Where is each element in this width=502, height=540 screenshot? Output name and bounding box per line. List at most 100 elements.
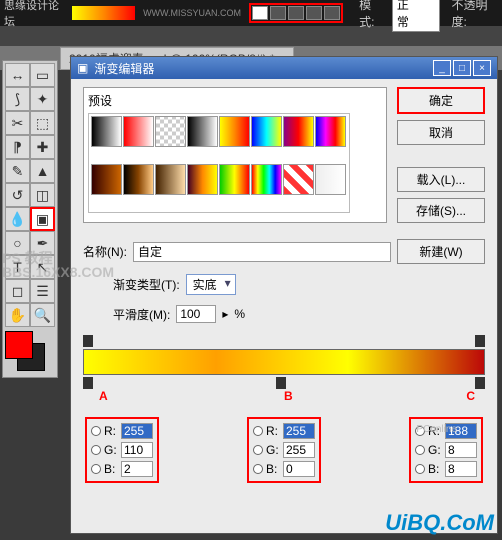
cancel-button[interactable]: 取消 <box>397 120 485 145</box>
radio-g-c[interactable] <box>415 445 425 455</box>
b-value-c[interactable]: 8 <box>445 461 477 477</box>
crop-tool[interactable]: ✂ <box>5 111 30 135</box>
stamp-tool[interactable]: ▲ <box>30 159 55 183</box>
gradient-bar[interactable] <box>83 349 485 375</box>
preset-swatch[interactable] <box>219 116 250 147</box>
rgb-group-a: R:255 G:110 B:2 <box>85 417 159 483</box>
color-swatches[interactable] <box>5 331 55 375</box>
preset-label: 预设 <box>88 92 382 109</box>
name-input[interactable] <box>133 242 391 262</box>
diamond-gradient-button[interactable] <box>324 6 340 20</box>
radio-b-a[interactable] <box>91 464 101 474</box>
reflected-gradient-button[interactable] <box>306 6 322 20</box>
minimize-button[interactable]: _ <box>433 60 451 76</box>
shape-tool[interactable]: ◻ <box>5 279 30 303</box>
g-value-c[interactable]: 8 <box>445 442 477 458</box>
slice-tool[interactable]: ⬚ <box>30 111 55 135</box>
radio-r-b[interactable] <box>253 426 263 436</box>
preset-swatch[interactable] <box>219 164 250 195</box>
stop-label-c: C <box>466 389 475 403</box>
new-button[interactable]: 新建(W) <box>397 239 485 264</box>
pconline-watermark: PConline <box>416 424 457 435</box>
r-label: R: <box>104 424 118 438</box>
preset-swatch[interactable] <box>91 164 122 195</box>
preset-swatch[interactable] <box>187 164 218 195</box>
gradient-type-buttons <box>249 3 343 23</box>
preset-swatch[interactable] <box>123 164 154 195</box>
g-label: G: <box>104 443 118 457</box>
name-label: 名称(N): <box>83 243 127 260</box>
rgb-group-b: R:255 G:255 B:0 <box>247 417 321 483</box>
eraser-tool[interactable]: ◫ <box>30 183 55 207</box>
zoom-tool[interactable]: 🔍 <box>30 303 55 327</box>
color-stop-a[interactable] <box>83 377 93 389</box>
ok-button[interactable]: 确定 <box>397 87 485 114</box>
dialog-icon: ▣ <box>77 61 88 75</box>
color-stop-c[interactable] <box>475 377 485 389</box>
b-value-a[interactable]: 2 <box>121 461 153 477</box>
stop-label-b: B <box>284 389 293 403</box>
percent-arrow-icon[interactable]: ▸ <box>222 307 228 321</box>
wand-tool[interactable]: ✦ <box>30 87 55 111</box>
preset-swatch[interactable] <box>283 164 314 195</box>
dialog-title: 渐变编辑器 <box>94 60 154 77</box>
marquee-tool[interactable]: ▭ <box>30 63 55 87</box>
watermark-2: BBS.16XX8.COM <box>2 264 114 280</box>
color-stop-b[interactable] <box>276 377 286 389</box>
gradient-type-label: 渐变类型(T): <box>113 276 180 293</box>
hand-tool[interactable]: ✋ <box>5 303 30 327</box>
radio-g-a[interactable] <box>91 445 101 455</box>
banner-gradient <box>72 6 135 20</box>
eyedropper-tool[interactable]: ⁋ <box>5 135 30 159</box>
stop-label-a: A <box>99 389 108 403</box>
close-button[interactable]: × <box>473 60 491 76</box>
preset-swatch[interactable] <box>315 116 346 147</box>
toolbox: ↔▭ ⟆✦ ✂⬚ ⁋✚ ✎▲ ↺◫ 💧▣ ○✒ T↖ ◻☰ ✋🔍 <box>2 60 58 378</box>
uibq-watermark: UiBQ.CoM <box>385 510 494 536</box>
r-value-a[interactable]: 255 <box>121 423 153 439</box>
radio-b-c[interactable] <box>415 464 425 474</box>
heal-tool[interactable]: ✚ <box>30 135 55 159</box>
g-value-a[interactable]: 110 <box>121 442 153 458</box>
radio-r-a[interactable] <box>91 426 101 436</box>
preset-swatch[interactable] <box>91 116 122 147</box>
load-button[interactable]: 载入(L)... <box>397 167 485 192</box>
banner-logo: 思缘设计论坛 <box>4 0 64 29</box>
opacity-stops-row[interactable] <box>83 335 485 349</box>
lasso-tool[interactable]: ⟆ <box>5 87 30 111</box>
preset-swatch[interactable] <box>187 116 218 147</box>
gradient-type-select[interactable]: 实底 <box>186 274 236 295</box>
radio-g-b[interactable] <box>253 445 263 455</box>
smoothness-input[interactable] <box>176 305 216 323</box>
maximize-button[interactable]: □ <box>453 60 471 76</box>
preset-swatch[interactable] <box>155 164 186 195</box>
radio-b-b[interactable] <box>253 464 263 474</box>
blur-tool[interactable]: 💧 <box>5 207 30 231</box>
preset-swatch[interactable] <box>283 116 314 147</box>
notes-tool[interactable]: ☰ <box>30 279 55 303</box>
move-tool[interactable]: ↔ <box>5 63 30 87</box>
fg-swatch[interactable] <box>5 331 33 359</box>
percent-label: % <box>234 307 245 321</box>
radial-gradient-button[interactable] <box>270 6 286 20</box>
dialog-titlebar[interactable]: ▣ 渐变编辑器 _ □ × <box>71 57 497 79</box>
preset-swatch[interactable] <box>155 116 186 147</box>
g-value-b[interactable]: 255 <box>283 442 315 458</box>
preset-swatch[interactable] <box>315 164 346 195</box>
angle-gradient-button[interactable] <box>288 6 304 20</box>
linear-gradient-button[interactable] <box>252 6 268 20</box>
r-value-b[interactable]: 255 <box>283 423 315 439</box>
preset-swatch[interactable] <box>251 116 282 147</box>
mode-select[interactable]: 正常 <box>392 0 440 32</box>
save-button[interactable]: 存储(S)... <box>397 198 485 223</box>
preset-swatch[interactable] <box>251 164 282 195</box>
gradient-tool[interactable]: ▣ <box>30 207 55 231</box>
preset-grid <box>88 113 350 213</box>
preset-swatch[interactable] <box>123 116 154 147</box>
opacity-stop-right[interactable] <box>475 335 485 347</box>
history-tool[interactable]: ↺ <box>5 183 30 207</box>
opacity-stop-left[interactable] <box>83 335 93 347</box>
brush-tool[interactable]: ✎ <box>5 159 30 183</box>
color-stops-row[interactable]: A B C <box>83 375 485 389</box>
b-value-b[interactable]: 0 <box>283 461 315 477</box>
